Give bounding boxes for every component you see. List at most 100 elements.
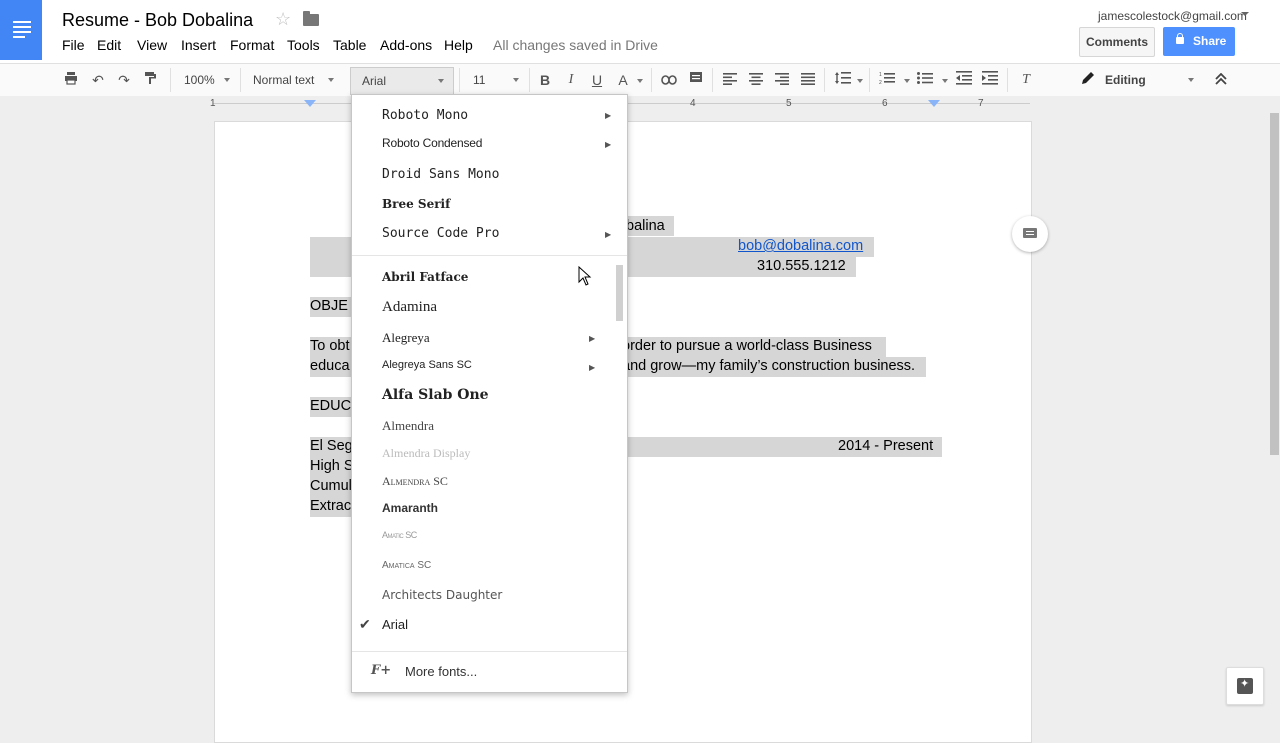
font-size-value: 11 xyxy=(473,73,486,87)
more-fonts-icon: F+ xyxy=(371,663,392,678)
share-button[interactable]: Share xyxy=(1163,27,1235,56)
account-email[interactable]: jamescolestock@gmail.com xyxy=(1098,9,1247,23)
font-option[interactable]: Alegreya Sans SC xyxy=(382,359,612,371)
align-right-icon[interactable] xyxy=(772,71,792,89)
add-comment-icon[interactable] xyxy=(1012,216,1048,252)
font-option[interactable]: Roboto Condensed xyxy=(382,136,612,150)
resume-email[interactable]: bob@dobalina.com xyxy=(738,236,863,256)
font-option[interactable]: Amatic SC xyxy=(382,530,612,540)
submenu-arrow-icon: ▶ xyxy=(605,230,612,239)
menu-tools[interactable]: Tools xyxy=(287,37,320,53)
numbered-list-icon[interactable]: 12 xyxy=(877,71,897,89)
zoom-value: 100% xyxy=(184,73,215,87)
submenu-arrow-icon: ▶ xyxy=(589,363,596,372)
menu-file[interactable]: File xyxy=(62,37,85,53)
ruler-number: 4 xyxy=(690,98,696,109)
comments-button[interactable]: Comments xyxy=(1079,27,1155,57)
submenu-arrow-icon: ▶ xyxy=(605,140,612,149)
italic-icon[interactable]: I xyxy=(561,71,581,89)
dropdown-scrollbar-thumb[interactable] xyxy=(616,265,623,321)
menu-view[interactable]: View xyxy=(137,37,167,53)
left-indent-marker[interactable] xyxy=(304,100,316,107)
font-option[interactable]: Almendra SC xyxy=(382,474,612,489)
increase-indent-icon[interactable] xyxy=(980,71,1000,89)
menu-addons[interactable]: Add-ons xyxy=(380,37,432,53)
font-option[interactable]: Amaranth xyxy=(382,501,612,515)
svg-text:2: 2 xyxy=(879,80,882,85)
ruler-number: 7 xyxy=(978,98,984,109)
font-option-selected[interactable]: Arial xyxy=(382,617,612,632)
education-line: High S xyxy=(310,458,354,474)
chevron-down-icon[interactable] xyxy=(942,79,948,83)
font-option[interactable]: Amatica SC xyxy=(382,560,612,571)
chevron-down-icon xyxy=(328,78,334,82)
insert-comment-icon[interactable] xyxy=(686,71,706,89)
font-size-select[interactable]: 11 xyxy=(473,64,523,96)
menu-divider xyxy=(352,651,627,652)
chevron-down-icon xyxy=(438,79,444,83)
account-dropdown-icon[interactable] xyxy=(1241,12,1249,16)
save-status[interactable]: All changes saved in Drive xyxy=(493,37,658,53)
align-center-icon[interactable] xyxy=(746,71,766,89)
resume-name: balina xyxy=(626,218,665,234)
menu-help[interactable]: Help xyxy=(444,37,473,53)
align-left-icon[interactable] xyxy=(720,71,740,89)
more-fonts-button[interactable]: More fonts... xyxy=(405,664,477,679)
document-title[interactable]: Resume - Bob Dobalina xyxy=(62,10,253,31)
lock-icon xyxy=(1176,33,1184,44)
font-option[interactable]: Almendra xyxy=(382,418,612,434)
zoom-select[interactable]: 100% xyxy=(184,64,234,96)
explore-button[interactable] xyxy=(1226,667,1264,705)
decrease-indent-icon[interactable] xyxy=(954,71,974,89)
menu-divider xyxy=(352,255,627,256)
font-option[interactable]: Roboto Mono xyxy=(382,108,612,123)
font-select[interactable]: Arial xyxy=(350,67,454,95)
menu-table[interactable]: Table xyxy=(333,37,366,53)
font-option[interactable]: Alegreya xyxy=(382,330,612,346)
bulleted-list-icon[interactable] xyxy=(915,71,935,89)
scrollbar-thumb[interactable] xyxy=(1270,113,1279,455)
menu-insert[interactable]: Insert xyxy=(181,37,216,53)
menu-format[interactable]: Format xyxy=(230,37,274,53)
ruler-number: 1 xyxy=(210,98,216,109)
editing-mode-select[interactable]: Editing xyxy=(1105,64,1200,96)
font-value: Arial xyxy=(362,74,387,88)
link-icon[interactable] xyxy=(659,71,679,89)
chevron-down-icon[interactable] xyxy=(904,79,910,83)
text-color-icon[interactable]: A xyxy=(613,71,633,89)
font-option[interactable]: Source Code Pro xyxy=(382,226,612,241)
collapse-icon[interactable] xyxy=(1211,71,1231,89)
chevron-down-icon[interactable] xyxy=(857,79,863,83)
font-option[interactable]: Almendra Display xyxy=(382,446,612,461)
font-dropdown-menu: Roboto Mono ▶ Roboto Condensed ▶ Droid S… xyxy=(351,94,628,693)
justify-icon[interactable] xyxy=(798,71,818,89)
chevron-down-icon[interactable] xyxy=(637,79,643,83)
font-option[interactable]: Droid Sans Mono xyxy=(382,167,612,182)
ruler-number: 6 xyxy=(882,98,888,109)
resume-phone: 310.555.1212 xyxy=(757,258,846,274)
clear-formatting-icon[interactable]: T xyxy=(1016,71,1036,89)
explore-icon xyxy=(1237,677,1253,694)
folder-icon[interactable] xyxy=(303,11,319,26)
font-option[interactable]: Architects Daughter xyxy=(382,588,612,602)
docs-logo-icon[interactable] xyxy=(0,0,42,60)
toolbar: ↶ ↷ 100% Normal text Arial 11 B I U A 1 … xyxy=(0,63,1280,97)
star-icon[interactable]: ☆ xyxy=(275,9,291,30)
menu-edit[interactable]: Edit xyxy=(97,37,121,53)
paint-format-icon[interactable] xyxy=(140,71,160,89)
undo-icon[interactable]: ↶ xyxy=(88,71,108,89)
style-select[interactable]: Normal text xyxy=(253,64,341,96)
school-name: El Seg xyxy=(310,438,353,454)
line-spacing-icon[interactable] xyxy=(833,71,853,89)
underline-icon[interactable]: U xyxy=(587,71,607,89)
right-indent-marker[interactable] xyxy=(928,100,940,107)
font-option[interactable]: Bree Serif xyxy=(382,197,612,211)
font-option[interactable]: Adamina xyxy=(382,299,612,316)
print-icon[interactable] xyxy=(61,71,81,89)
bold-icon[interactable]: B xyxy=(535,71,555,89)
pencil-icon[interactable] xyxy=(1078,71,1098,89)
font-option[interactable]: Alfa Slab One xyxy=(382,387,612,403)
redo-icon[interactable]: ↷ xyxy=(114,71,134,89)
checkmark-icon: ✔ xyxy=(359,616,371,632)
objective-line-2-right: and grow—my family’s construction busine… xyxy=(622,358,916,374)
